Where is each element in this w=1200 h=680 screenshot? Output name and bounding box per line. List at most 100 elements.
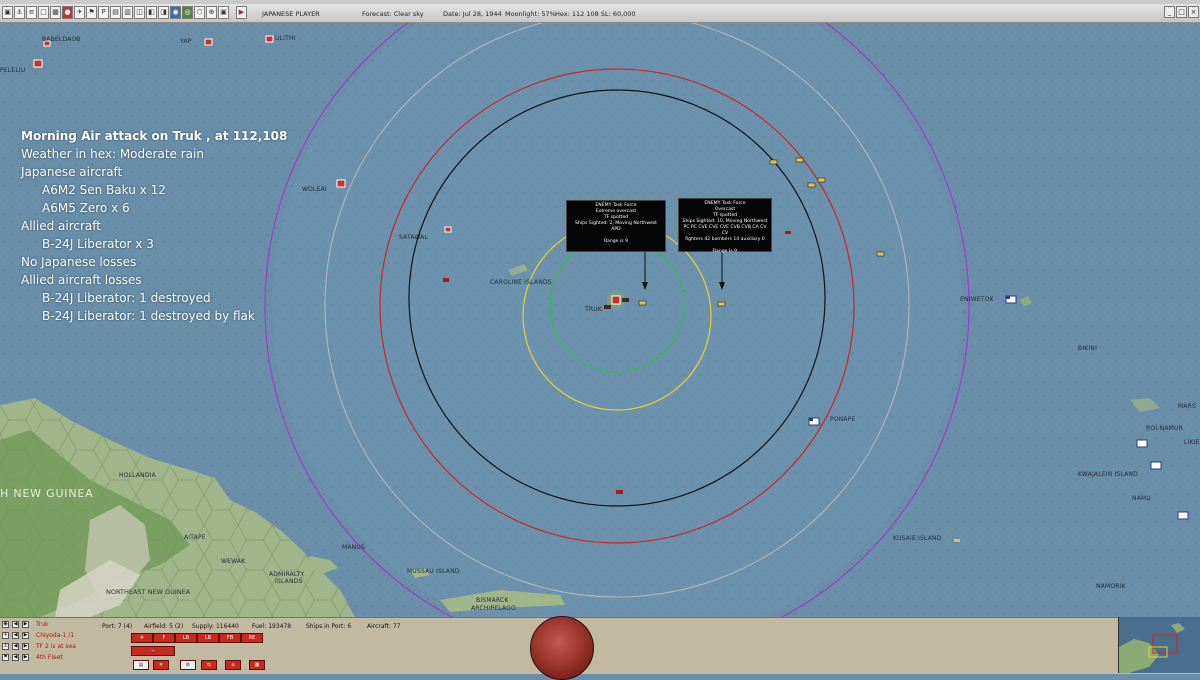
svg-text:YAP: YAP [179,38,192,45]
panel-row[interactable]: ⚑ ◀ ▶ 4th Fleet [0,653,100,663]
aircraft-stat: Aircraft: 77 [367,623,401,630]
minimap[interactable] [1118,617,1200,673]
tf-line: PC PC CVE CVE CVE CVB CVB CA CV CV [683,225,767,236]
flag-icon[interactable]: ⚑ [2,654,9,661]
date-label: Date: Jul 28, 1944 [443,10,502,18]
svg-text:PONAPE: PONAPE [830,416,856,423]
svg-text:AITAPE: AITAPE [184,534,206,541]
enemy-tf-info-box[interactable]: ENEMY Task Force Overcast TF spotted Shi… [678,198,772,254]
flag-icon[interactable]: ⚑ [86,6,97,19]
report-title: Morning Air attack on Truk , at 112,108 [21,129,288,143]
report-allied-losses-heading: Allied aircraft losses [21,273,142,287]
airfield-icon[interactable]: ▣ [2,6,13,19]
aircraft-type-button[interactable]: F [153,633,175,643]
prev-icon[interactable]: ◀ [12,654,19,661]
supply-stat: Supply: 116440 [192,623,239,630]
play-icon[interactable]: ▶ [236,6,247,19]
group-icon[interactable]: ▤ [110,6,121,19]
aircraft-type-button[interactable]: ✈ [131,633,153,643]
prev-icon[interactable]: ◀ [12,621,19,628]
moonlight-label: Moonlight: 57% [505,10,556,18]
intel-icon[interactable]: ◧ [146,6,157,19]
svg-text:MANUS: MANUS [342,544,365,551]
ship-icon[interactable]: ⚓ [2,643,9,650]
tf-line: fighters 42 bombers 14 auxiliary 0 [685,237,765,242]
svg-text:ARCHIPELAGO: ARCHIPELAGO [471,605,516,612]
ship-icon[interactable]: ≡ [26,6,37,19]
aircraft-type-button[interactable]: FB [219,633,241,643]
ships-in-port-stat: Ships in Port: 6 [306,623,352,630]
aircraft-type-button[interactable]: RE [241,633,263,643]
svg-text:MARS: MARS [1178,403,1196,410]
svg-text:KUSAIE ISLAND: KUSAIE ISLAND [893,535,942,542]
next-icon[interactable]: ▶ [22,632,29,639]
svg-text:MUSSAU ISLAND: MUSSAU ISLAND [407,568,460,575]
report-japanese-aircraft: A6M2 Sen Baku x 12 [42,183,166,197]
svg-text:ADMIRALTY: ADMIRALTY [269,571,304,578]
mine-icon[interactable]: ◫ [134,6,145,19]
forecast-label: Forecast: Clear sky [362,10,424,18]
svg-text:TRUK: TRUK [584,306,603,313]
base-name-label[interactable]: Truk [36,621,49,628]
base-icon[interactable]: ▦ [50,6,61,19]
enemy-tf-info-box[interactable]: ENEMY Task Force Extreme overcast TF spo… [566,200,666,252]
grid-icon[interactable]: ◎ [182,6,193,19]
load-icon[interactable]: ▦ [249,660,265,670]
ship-list-button[interactable]: ⎯ [131,646,175,656]
eye-icon[interactable]: ◉ [2,621,9,628]
svg-text:NAMORIK: NAMORIK [1096,583,1127,590]
svg-text:BABELDAOB: BABELDAOB [42,36,81,43]
cancel-mission-icon[interactable]: ✕ [153,660,169,670]
svg-text:SATAWAL: SATAWAL [399,234,428,241]
hex-icon[interactable]: ⬡ [194,6,205,19]
task-force-label[interactable]: TF 2 is at sea [36,643,76,650]
prod-icon[interactable]: ◨ [158,6,169,19]
next-icon[interactable]: ▶ [22,643,29,650]
close-icon[interactable]: × [1188,6,1199,18]
svg-text:NAMU: NAMU [1132,495,1151,502]
prev-icon[interactable]: ◀ [12,643,19,650]
sub-icon[interactable]: ▥ [122,6,133,19]
panel-row[interactable]: ✈ ◀ ▶ Chiyoda-1 /1 [0,631,100,641]
svg-text:ULITHI: ULITHI [275,35,296,42]
svg-text:WOLEAI: WOLEAI [302,186,327,193]
zoom-icon[interactable]: ⊕ [206,6,217,19]
minimap-viewport [1152,634,1178,654]
transfer-icon[interactable]: ⚙ [180,660,196,670]
compass-dial[interactable] [530,616,594,680]
plane-icon[interactable]: P [98,6,109,19]
next-icon[interactable]: ▶ [22,654,29,661]
restore-icon[interactable]: □ [1176,6,1187,18]
report-icon[interactable]: ✈ [74,6,85,19]
svg-text:H NEW GUINEA: H NEW GUINEA [0,487,93,500]
globe-icon[interactable]: ◉ [170,6,181,19]
report-japanese-heading: Japanese aircraft [21,165,123,179]
tf-line: Range is 9 [603,239,629,244]
port-icon[interactable]: ⚓ [14,6,25,19]
svg-text:BISMARCK: BISMARCK [476,597,509,604]
unit-icon[interactable]: □ [38,6,49,19]
bottom-info-panel: ◉ ◀ ▶ Truk ✈ ◀ ▶ Chiyoda-1 /1 ⚓ ◀ ▶ TF 2… [0,617,1200,674]
prev-icon[interactable]: ◀ [12,632,19,639]
svg-text:PELELIU: PELELIU [0,67,25,74]
minimap-canvas [1119,623,1185,673]
plane-icon[interactable]: ✈ [2,632,9,639]
aircraft-type-button[interactable]: LB [197,633,219,643]
panel-row[interactable]: ⚓ ◀ ▶ TF 2 is at sea [0,642,100,652]
svg-text:HOLLANDIA: HOLLANDIA [119,472,157,479]
list-icon[interactable]: ● [62,6,73,19]
disband-icon[interactable]: ⇆ [201,660,217,670]
options-icon[interactable]: ▣ [218,6,229,19]
air-unit-label[interactable]: Chiyoda-1 /1 [36,632,74,639]
svg-text:CAROLINE ISLANDS: CAROLINE ISLANDS [490,279,552,286]
tf-line: Range is 9 [712,249,738,254]
aircraft-type-button[interactable]: LB [175,633,197,643]
panel-row[interactable]: ◉ ◀ ▶ Truk [0,620,100,630]
unit-list-icon[interactable]: ▤ [133,660,149,670]
top-toolbar: ▣ ⚓ ≡ □ ▦ ● ✈ ⚑ P ▤ ▥ ◫ ◧ ◨ ◉ ◎ ⬡ ⊕ ▣ ■ … [0,4,1200,23]
hq-label[interactable]: 4th Fleet [36,654,63,661]
minimize-icon[interactable]: _ [1164,6,1175,18]
base-force-icon[interactable]: ⌂ [225,660,241,670]
next-icon[interactable]: ▶ [22,621,29,628]
report-weather: Weather in hex: Moderate rain [21,147,204,161]
